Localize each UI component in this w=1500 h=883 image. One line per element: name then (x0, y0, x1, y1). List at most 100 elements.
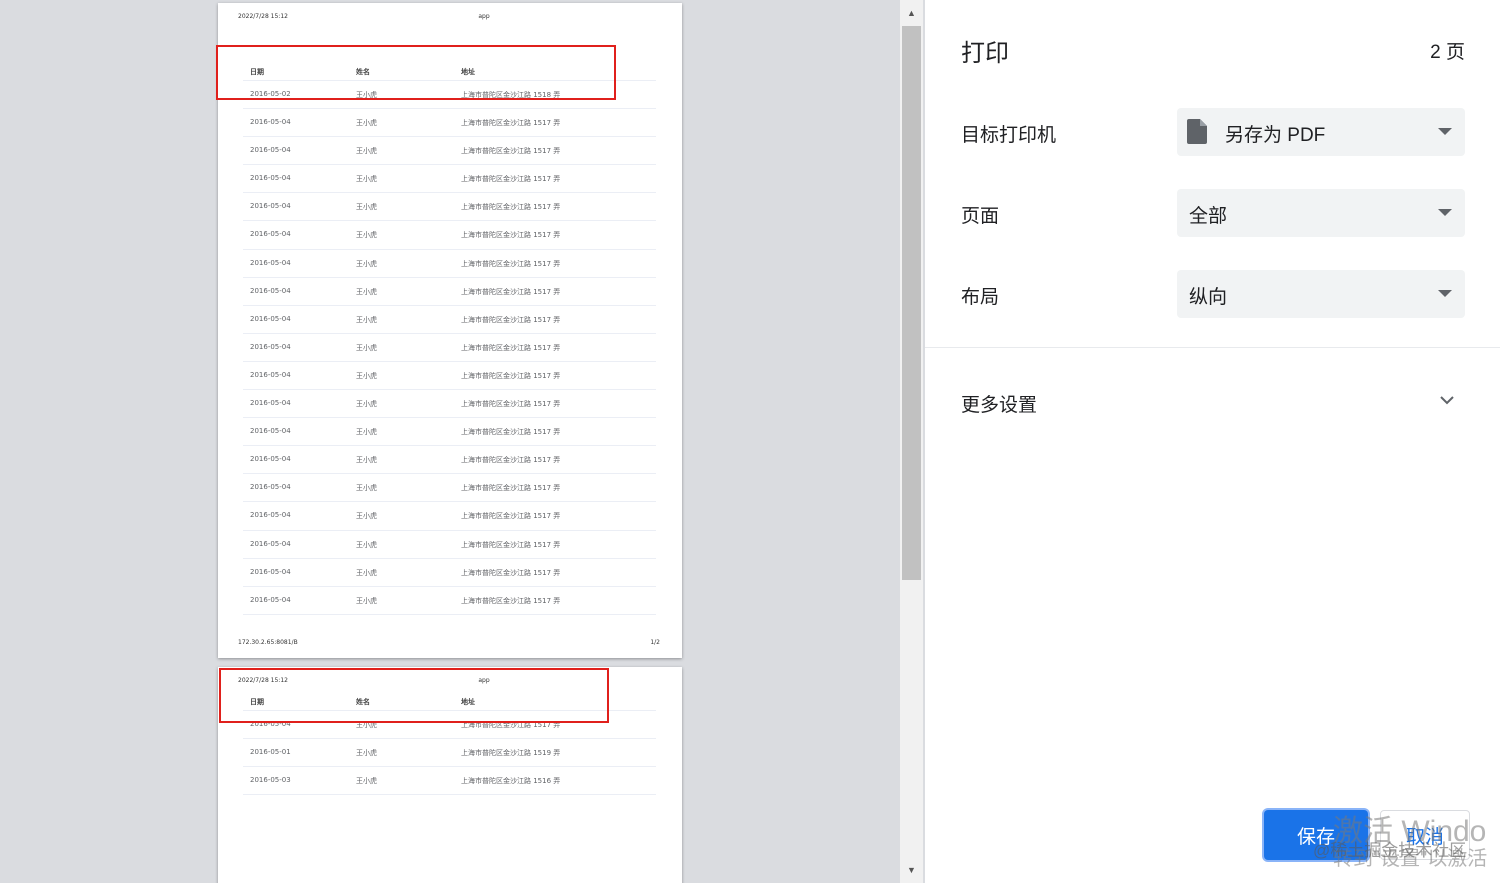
layout-select[interactable]: 纵向 (1177, 270, 1465, 318)
save-button[interactable]: 保存 (1264, 810, 1368, 860)
layout-value: 纵向 (1189, 287, 1228, 308)
data-table: 日期 姓名 地址 2016-05-02 王小虎 上海市普陀区金沙江路 1518 弄2… (243, 67, 656, 615)
cell-address: 上海市普陀区金沙江路 1517 弄 (461, 175, 561, 184)
highlight-box-page-2-header (219, 668, 609, 723)
cell-name: 王小虎 (356, 343, 377, 352)
cell-date: 2016-05-04 (250, 146, 291, 155)
page-count: 2 页 (1430, 42, 1465, 63)
more-settings-toggle[interactable]: 更多设置 (961, 390, 1037, 417)
table-row: 2016-05-04 王小虎 上海市普陀区金沙江路 1517 弄 (243, 137, 656, 166)
cell-date: 2016-05-04 (250, 314, 291, 323)
cell-date: 2016-05-04 (250, 511, 291, 520)
destination-value: 另存为 PDF (1225, 125, 1326, 146)
table-row: 2016-05-04 王小虎 上海市普陀区金沙江路 1517 弄 (243, 221, 656, 250)
scrollbar-thumb[interactable] (902, 26, 921, 580)
table-row: 2016-05-04 王小虎 上海市普陀区金沙江路 1517 弄 (243, 587, 656, 615)
file-icon (1187, 119, 1207, 144)
table-body: 2016-05-04 王小虎 上海市普陀区金沙江路 1517 弄 2016-05-01… (243, 711, 656, 796)
cell-address: 上海市普陀区金沙江路 1517 弄 (461, 371, 561, 380)
dialog-title: 打印 (961, 40, 1009, 67)
cell-name: 王小虎 (356, 428, 377, 437)
cell-name: 王小虎 (356, 287, 377, 296)
cell-date: 2016-05-04 (250, 342, 291, 351)
cell-address: 上海市普陀区金沙江路 1517 弄 (461, 428, 561, 437)
cell-name: 王小虎 (356, 147, 377, 156)
cell-date: 2016-05-04 (250, 258, 291, 267)
cancel-button[interactable]: 取消 (1380, 810, 1470, 860)
cell-date: 2016-05-04 (250, 399, 291, 408)
cell-name: 王小虎 (356, 777, 377, 786)
cell-date: 2016-05-04 (250, 539, 291, 548)
print-preview-area: 2022/7/28 15:12 app 日期 姓名 地址 2016-05-02 王… (0, 0, 900, 883)
print-settings-panel: 打印 2 页 目标打印机 另存为 PDF 页面 全部 布局 纵向 更多设置 保存… (925, 0, 1500, 883)
table-row: 2016-05-04 王小虎 上海市普陀区金沙江路 1517 弄 (243, 278, 656, 306)
table-row: 2016-05-04 王小虎 上海市普陀区金沙江路 1517 弄 (243, 418, 656, 447)
table-row: 2016-05-04 王小虎 上海市普陀区金沙江路 1517 弄 (243, 334, 656, 362)
dropdown-arrow-icon (1438, 128, 1452, 135)
cell-address: 上海市普陀区金沙江路 1517 弄 (461, 119, 561, 128)
layout-label: 布局 (961, 287, 1000, 308)
destination-label: 目标打印机 (961, 125, 1057, 146)
cell-name: 王小虎 (356, 119, 377, 128)
cell-name: 王小虎 (356, 568, 377, 577)
page-footer-number: 1/2 (650, 639, 660, 646)
cell-name: 王小虎 (356, 456, 377, 465)
cell-address: 上海市普陀区金沙江路 1517 弄 (461, 596, 561, 605)
table-row: 2016-05-03 王小虎 上海市普陀区金沙江路 1516 弄 (243, 767, 656, 796)
dropdown-arrow-icon (1438, 290, 1452, 297)
cell-date: 2016-05-04 (250, 174, 291, 183)
preview-page-1: 2022/7/28 15:12 app 日期 姓名 地址 2016-05-02 王… (218, 3, 682, 658)
cell-name: 王小虎 (356, 484, 377, 493)
cell-address: 上海市普陀区金沙江路 1517 弄 (461, 343, 561, 352)
cell-date: 2016-05-04 (250, 370, 291, 379)
cell-date: 2016-05-04 (250, 202, 291, 211)
chevron-down-icon[interactable] (1439, 392, 1455, 408)
table-row: 2016-05-04 王小虎 上海市普陀区金沙江路 1517 弄 (243, 306, 656, 334)
cell-address: 上海市普陀区金沙江路 1517 弄 (461, 231, 561, 240)
cell-date: 2016-05-04 (250, 427, 291, 436)
scroll-up-arrow-icon[interactable]: ▲ (900, 2, 923, 24)
dropdown-arrow-icon (1438, 209, 1452, 216)
cell-date: 2016-05-04 (250, 230, 291, 239)
table-row: 2016-05-04 王小虎 上海市普陀区金沙江路 1517 弄 (243, 250, 656, 278)
pages-select[interactable]: 全部 (1177, 189, 1465, 237)
cell-address: 上海市普陀区金沙江路 1517 弄 (461, 203, 561, 212)
highlight-box-page-1-header (216, 45, 616, 100)
cell-address: 上海市普陀区金沙江路 1517 弄 (461, 568, 561, 577)
cell-date: 2016-05-04 (250, 286, 291, 295)
table-body: 2016-05-02 王小虎 上海市普陀区金沙江路 1518 弄 2016-05-04… (243, 81, 656, 615)
table-row: 2016-05-04 王小虎 上海市普陀区金沙江路 1517 弄 (243, 109, 656, 138)
cell-date: 2016-05-04 (250, 567, 291, 576)
cell-date: 2016-05-04 (250, 118, 291, 127)
pages-value: 全部 (1189, 206, 1228, 227)
cell-address: 上海市普陀区金沙江路 1517 弄 (461, 147, 561, 156)
table-row: 2016-05-04 王小虎 上海市普陀区金沙江路 1517 弄 (243, 165, 656, 194)
scroll-down-arrow-icon[interactable]: ▼ (900, 859, 923, 881)
cell-name: 王小虎 (356, 175, 377, 184)
cell-name: 王小虎 (356, 749, 377, 758)
cell-name: 王小虎 (356, 371, 377, 380)
preview-scrollbar[interactable]: ▲ ▼ (900, 0, 923, 883)
table-row: 2016-05-04 王小虎 上海市普陀区金沙江路 1517 弄 (243, 362, 656, 391)
cell-name: 王小虎 (356, 203, 377, 212)
table-row: 2016-05-04 王小虎 上海市普陀区金沙江路 1517 弄 (243, 474, 656, 503)
cell-name: 王小虎 (356, 512, 377, 521)
cell-address: 上海市普陀区金沙江路 1517 弄 (461, 512, 561, 521)
cell-address: 上海市普陀区金沙江路 1517 弄 (461, 315, 561, 324)
table-row: 2016-05-04 王小虎 上海市普陀区金沙江路 1517 弄 (243, 193, 656, 222)
cell-address: 上海市普陀区金沙江路 1517 弄 (461, 287, 561, 296)
cell-date: 2016-05-03 (250, 776, 291, 785)
table-row: 2016-05-01 王小虎 上海市普陀区金沙江路 1519 弄 (243, 739, 656, 768)
cell-address: 上海市普陀区金沙江路 1517 弄 (461, 400, 561, 409)
cell-address: 上海市普陀区金沙江路 1516 弄 (461, 777, 561, 786)
destination-select[interactable]: 另存为 PDF (1177, 108, 1465, 156)
table-row: 2016-05-04 王小虎 上海市普陀区金沙江路 1517 弄 (243, 502, 656, 531)
cell-name: 王小虎 (356, 400, 377, 409)
cell-date: 2016-05-01 (250, 748, 291, 757)
cell-address: 上海市普陀区金沙江路 1517 弄 (461, 484, 561, 493)
pages-label: 页面 (961, 206, 1000, 227)
table-row: 2016-05-04 王小虎 上海市普陀区金沙江路 1517 弄 (243, 531, 656, 559)
cell-date: 2016-05-04 (250, 483, 291, 492)
page-footer-url: 172.30.2.65:8081/B (238, 639, 298, 646)
section-divider (925, 347, 1500, 348)
